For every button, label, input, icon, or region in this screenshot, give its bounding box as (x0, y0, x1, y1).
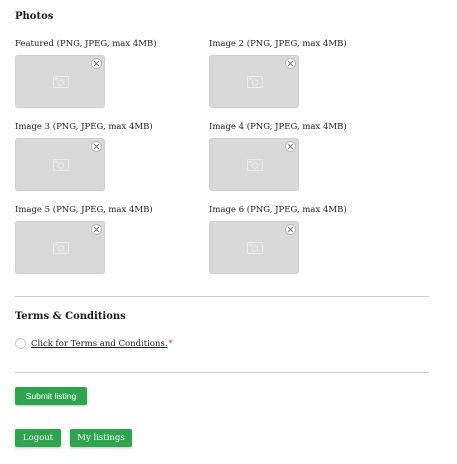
terms-section-title: Terms & Conditions (15, 311, 126, 322)
terms-agreement-row: Click for Terms and Conditions. * (15, 338, 173, 349)
submit-listing-button[interactable]: Submit listing (15, 387, 87, 405)
close-icon (287, 226, 294, 233)
section-divider (15, 296, 429, 297)
photo-upload-image-6: Image 6 (PNG, JPEG, max 4MB) (209, 204, 389, 274)
image-placeholder[interactable] (15, 55, 105, 108)
photo-label: Image 2 (PNG, JPEG, max 4MB) (209, 39, 347, 49)
my-listings-button[interactable]: My listings (70, 429, 132, 447)
image-icon (53, 76, 69, 88)
terms-checkbox[interactable] (15, 338, 26, 349)
photo-label: Image 6 (PNG, JPEG, max 4MB) (209, 205, 347, 215)
photo-upload-image-5: Image 5 (PNG, JPEG, max 4MB) (15, 204, 195, 274)
image-icon (53, 159, 69, 171)
photo-label: Image 5 (PNG, JPEG, max 4MB) (15, 205, 153, 215)
remove-image-button[interactable] (91, 141, 102, 152)
photo-upload-image-3: Image 3 (PNG, JPEG, max 4MB) (15, 121, 195, 191)
photo-upload-featured: Featured (PNG, JPEG, max 4MB) (15, 38, 195, 108)
image-icon (53, 242, 69, 254)
remove-image-button[interactable] (285, 224, 296, 235)
image-placeholder[interactable] (209, 221, 299, 274)
photo-label: Image 3 (PNG, JPEG, max 4MB) (15, 122, 153, 132)
photo-upload-image-2: Image 2 (PNG, JPEG, max 4MB) (209, 38, 389, 108)
section-divider (15, 372, 429, 373)
image-placeholder[interactable] (15, 221, 105, 274)
close-icon (93, 143, 100, 150)
logout-button[interactable]: Logout (15, 429, 61, 447)
image-placeholder[interactable] (209, 138, 299, 191)
close-icon (287, 60, 294, 67)
close-icon (93, 226, 100, 233)
photo-upload-image-4: Image 4 (PNG, JPEG, max 4MB) (209, 121, 389, 191)
image-icon (247, 76, 263, 88)
close-icon (93, 60, 100, 67)
required-marker: * (168, 338, 173, 349)
remove-image-button[interactable] (91, 224, 102, 235)
remove-image-button[interactable] (91, 58, 102, 69)
image-icon (247, 242, 263, 254)
photos-section-title: Photos (15, 11, 54, 22)
photo-label: Featured (PNG, JPEG, max 4MB) (15, 39, 157, 49)
remove-image-button[interactable] (285, 58, 296, 69)
remove-image-button[interactable] (285, 141, 296, 152)
terms-link[interactable]: Click for Terms and Conditions. (31, 339, 168, 349)
close-icon (287, 143, 294, 150)
image-icon (247, 159, 263, 171)
image-placeholder[interactable] (15, 138, 105, 191)
photo-label: Image 4 (PNG, JPEG, max 4MB) (209, 122, 347, 132)
image-placeholder[interactable] (209, 55, 299, 108)
